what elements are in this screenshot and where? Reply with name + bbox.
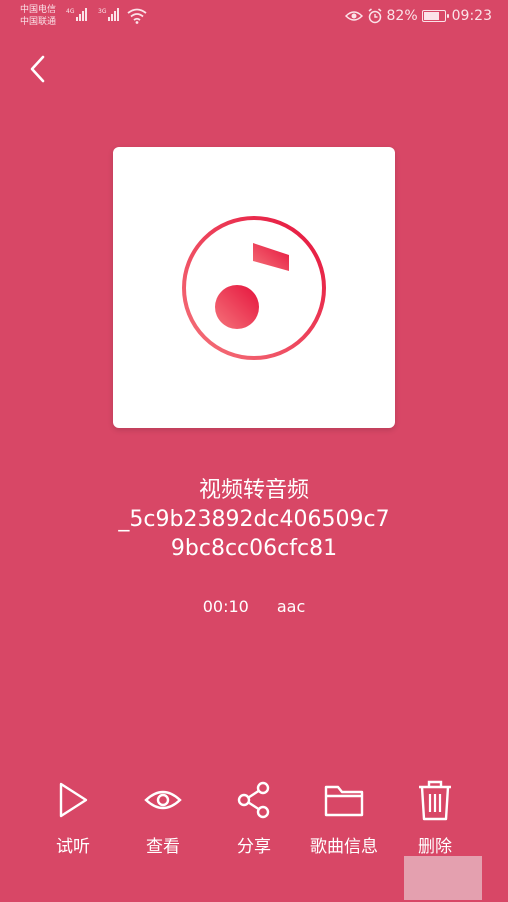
play-icon — [59, 782, 88, 818]
trash-icon — [419, 780, 451, 821]
signal-icon-1: 4G — [66, 8, 88, 21]
network-type-1: 4G — [66, 8, 75, 15]
album-cover — [113, 147, 395, 428]
music-note-icon — [182, 215, 326, 360]
song-info-label: 歌曲信息 — [310, 837, 378, 857]
song-info-button[interactable]: 歌曲信息 — [299, 778, 389, 858]
action-bar: 试听 查看 分享 歌曲信息 删除 — [0, 778, 508, 858]
song-title-line3: 9bc8cc06cfc81 — [170, 536, 338, 561]
chevron-left-icon — [30, 55, 45, 83]
alarm-icon — [368, 8, 381, 24]
delete-button[interactable]: 删除 — [390, 778, 480, 858]
song-format: aac — [276, 597, 306, 616]
song-meta: 00:10 aac — [0, 597, 508, 616]
view-label: 查看 — [146, 837, 180, 857]
view-button[interactable]: 查看 — [118, 778, 208, 858]
status-right: 82% 09:23 — [344, 8, 492, 24]
delete-label: 删除 — [418, 837, 452, 857]
preview-button[interactable]: 试听 — [28, 778, 118, 858]
share-button[interactable]: 分享 — [209, 778, 299, 858]
wifi-icon — [127, 8, 147, 24]
battery-percent: 82% — [386, 8, 418, 24]
folder-icon — [324, 785, 364, 817]
song-duration: 00:10 — [202, 597, 249, 616]
back-button[interactable] — [22, 52, 52, 86]
eye-icon — [144, 790, 182, 810]
share-label: 分享 — [237, 837, 271, 857]
share-icon — [237, 781, 270, 819]
carrier-labels: 中国电信 中国联通 — [20, 4, 56, 28]
carrier-1: 中国电信 — [20, 5, 57, 15]
status-bar: 中国电信 中国联通 4G 3G 82% 09:23 — [0, 0, 508, 34]
signal-icon-2: 3G — [98, 8, 120, 21]
preview-label: 试听 — [56, 837, 90, 857]
song-title-line1: 视频转音频 — [198, 478, 309, 503]
song-title: 视频转音频 _5c9b23892dc406509c7 9bc8cc06cfc81 — [0, 476, 508, 563]
network-type-2: 3G — [98, 8, 107, 15]
eye-comfort-icon — [344, 11, 363, 21]
battery-icon — [421, 10, 449, 22]
clock: 09:23 — [451, 8, 492, 24]
carrier-2: 中国联通 — [20, 17, 57, 27]
watermark-patch — [404, 856, 482, 900]
song-title-line2: _5c9b23892dc406509c7 — [118, 507, 390, 532]
